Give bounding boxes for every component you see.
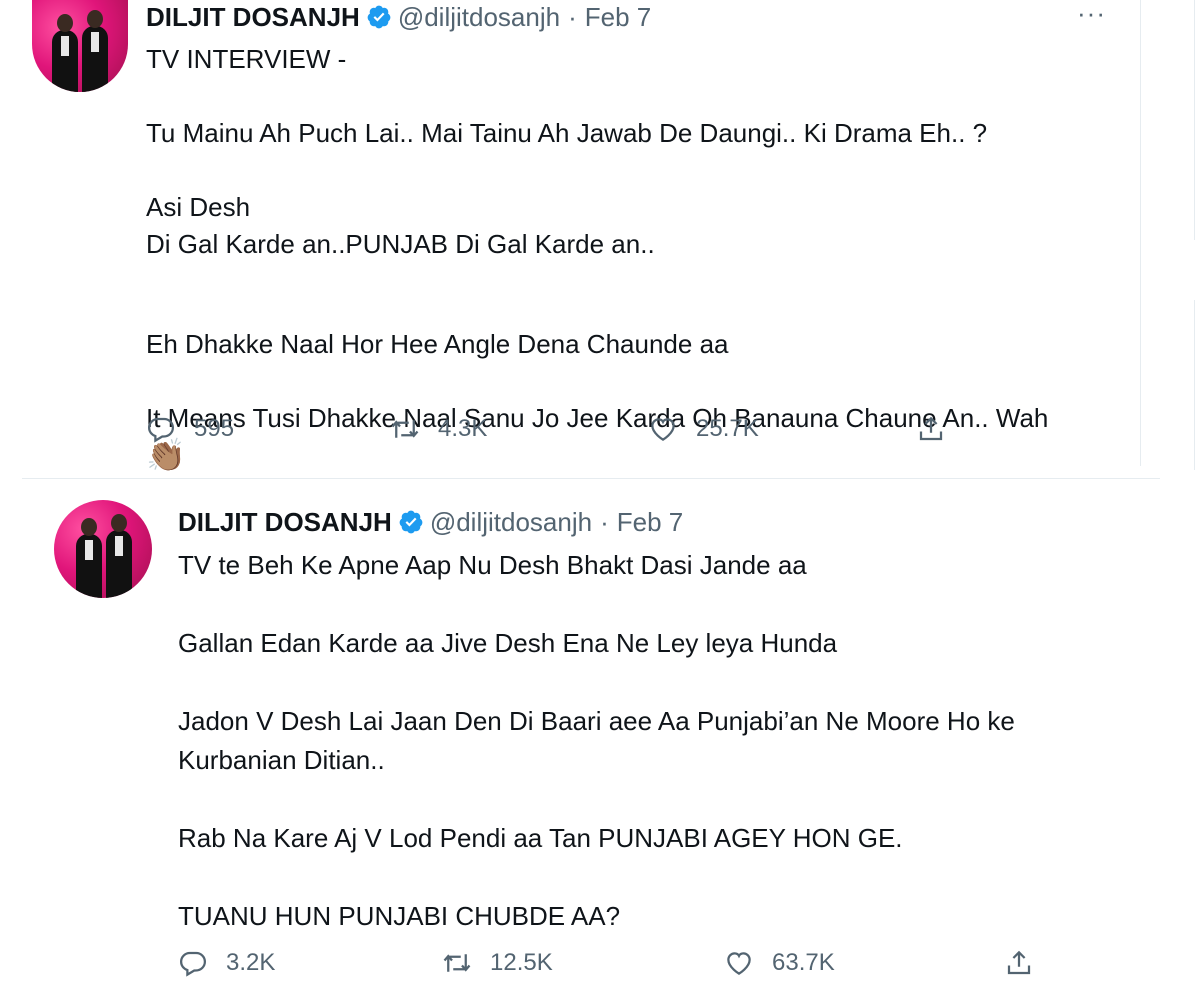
like-count: 25.7K <box>696 415 759 442</box>
tweet-line: 👏🏽 <box>146 437 1136 476</box>
tweet-card[interactable]: DILJIT DOSANJH @diljitdosanjh · Feb 7 TV… <box>22 478 1160 1001</box>
tweet-line: Eh Dhakke Naal Hor Hee Angle Dena Chaund… <box>146 329 729 359</box>
author-handle[interactable]: @diljitdosanjh <box>398 2 560 33</box>
tweet-line: Kurbanian Ditian.. <box>178 745 385 775</box>
share-icon <box>1007 950 1031 975</box>
tweet-header: DILJIT DOSANJH @diljitdosanjh · Feb 7 <box>146 2 651 32</box>
author-handle[interactable]: @diljitdosanjh <box>430 507 592 538</box>
verified-badge-icon <box>367 5 391 29</box>
like-button[interactable]: 25.7K <box>648 414 759 444</box>
tweet-date[interactable]: Feb 7 <box>617 507 684 538</box>
tweet-line: TUANU HUN PUNJABI CHUBDE AA? <box>178 901 621 931</box>
retweet-button[interactable]: 4.3K <box>390 414 487 444</box>
reply-icon <box>179 951 207 977</box>
tweet-line: TV INTERVIEW - <box>146 44 347 74</box>
tweet-line: Jadon V Desh Lai Jaan Den Di Baari aee A… <box>178 706 1015 736</box>
avatar[interactable] <box>54 500 152 598</box>
tweet-text-span: Di Gal Karde an..PUNJAB Di Gal Karde an.… <box>146 229 655 259</box>
reply-button[interactable]: 595 <box>146 414 234 444</box>
tweet-line: TV te Beh Ke Apne Aap Nu Desh Bhakt Dasi… <box>178 550 807 580</box>
retweet-button[interactable]: 12.5K <box>442 948 553 978</box>
heart-icon <box>727 952 751 975</box>
share-button[interactable] <box>1004 948 1052 978</box>
retweet-count: 4.3K <box>438 415 488 442</box>
reply-icon <box>147 417 175 443</box>
reply-count: 595 <box>194 415 235 442</box>
tweet-line: It Means Tusi Dhakke Naal Sanu Jo Jee Ka… <box>146 403 1049 433</box>
right-edge-divider <box>1192 0 1200 1000</box>
tweet-date[interactable]: Feb 7 <box>585 2 652 33</box>
retweet-icon <box>391 420 419 438</box>
tweet-line: Asi Desh <box>146 189 1136 226</box>
more-options-icon[interactable]: ··· <box>1077 0 1106 29</box>
verified-badge-icon <box>399 510 423 534</box>
share-button[interactable] <box>916 414 964 444</box>
tweet-line: Rab Na Kare Aj V Lod Pendi aa Tan PUNJAB… <box>178 823 903 853</box>
reply-button[interactable]: 3.2K <box>178 948 275 978</box>
avatar[interactable] <box>32 0 128 92</box>
reply-count: 3.2K <box>226 949 276 976</box>
tweet-text: TV INTERVIEW - Tu Mainu Ah Puch Lai.. Ma… <box>146 41 1136 476</box>
author-name[interactable]: DILJIT DOSANJH <box>146 2 360 33</box>
like-count: 63.7K <box>772 949 835 976</box>
retweet-icon <box>443 954 471 972</box>
tweet-header: DILJIT DOSANJH @diljitdosanjh · Feb 7 <box>178 505 683 539</box>
retweet-count: 12.5K <box>490 949 553 976</box>
tweet-text-span: Asi Desh <box>146 192 251 222</box>
separator-dot: · <box>568 1 577 32</box>
heart-icon <box>651 418 675 441</box>
share-icon <box>919 416 943 441</box>
tweet-text: TV te Beh Ke Apne Aap Nu Desh Bhakt Dasi… <box>178 546 1153 936</box>
tweet-line: Gallan Edan Karde aa Jive Desh Ena Ne Le… <box>178 628 838 658</box>
tweet-line: Tu Mainu Ah Puch Lai.. Mai Tainu Ah Jawa… <box>146 118 988 148</box>
author-name[interactable]: DILJIT DOSANJH <box>178 507 392 538</box>
india-flag-icon <box>258 197 292 219</box>
like-button[interactable]: 63.7K <box>724 948 835 978</box>
separator-dot: · <box>600 506 609 537</box>
tweet-card[interactable]: DILJIT DOSANJH @diljitdosanjh · Feb 7 ··… <box>0 0 1141 473</box>
